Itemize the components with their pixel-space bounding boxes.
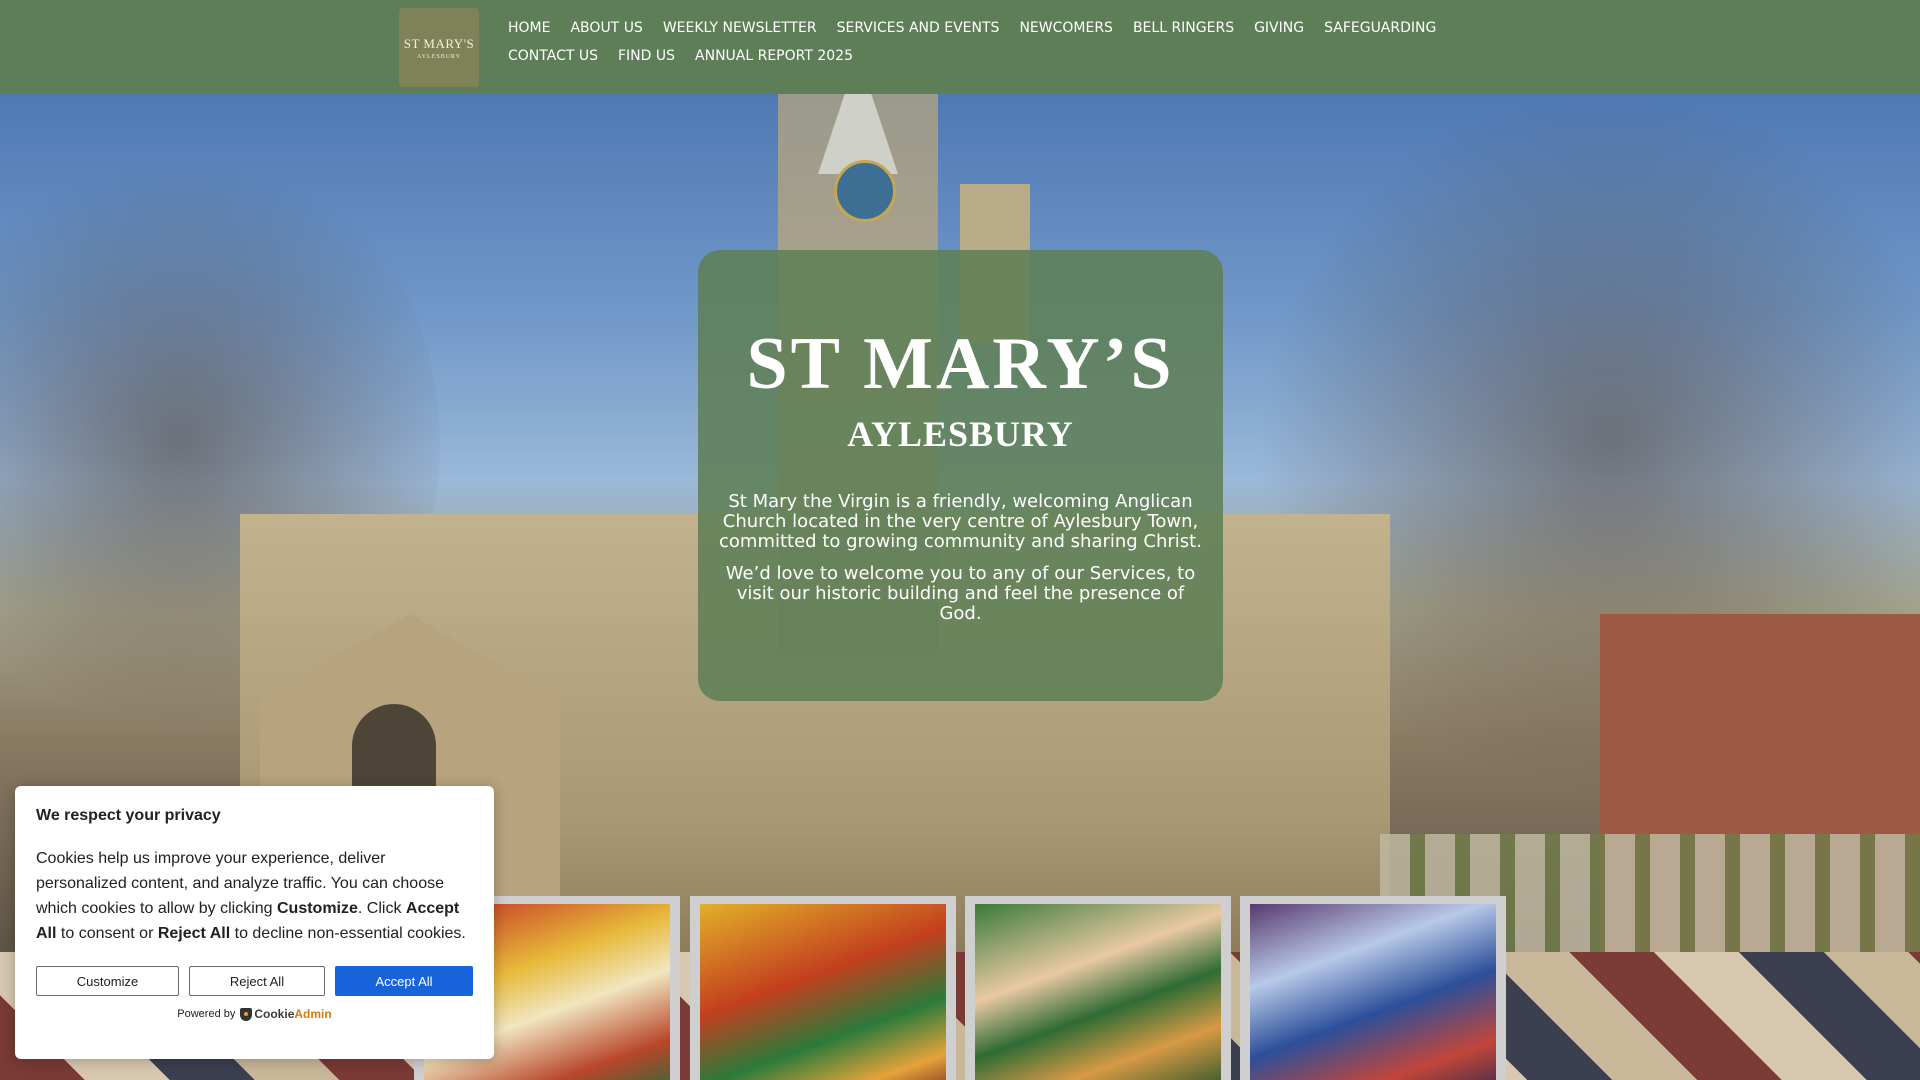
stained-glass-image[interactable] — [1240, 896, 1506, 1080]
stained-glass-window-icon — [1250, 904, 1496, 1080]
nav-find-us[interactable]: FIND US — [618, 46, 675, 66]
hero-title: ST MARY’S — [746, 323, 1175, 405]
cookie-description: Cookies help us improve your experience,… — [36, 846, 473, 946]
site-header: ST MARY'S AYLESBURY HOME ABOUT US WEEKLY… — [0, 0, 1920, 94]
nav-services-and-events[interactable]: SERVICES AND EVENTS — [837, 18, 1000, 38]
customize-button[interactable]: Customize — [36, 966, 179, 996]
cookieadmin-shield-icon — [240, 1007, 253, 1021]
cookie-text-reject: Reject All — [157, 925, 231, 942]
hero-paragraph-2: We’d love to welcome you to any of our S… — [725, 563, 1196, 624]
cookie-consent-banner: We respect your privacy Cookies help us … — [15, 786, 494, 1059]
cookie-title: We respect your privacy — [36, 807, 221, 824]
hero-paragraph-1: St Mary the Virgin is a friendly, welcom… — [719, 491, 1202, 552]
logo-subtitle: AYLESBURY — [416, 53, 462, 60]
nav-weekly-newsletter[interactable]: WEEKLY NEWSLETTER — [663, 18, 817, 38]
reject-all-button[interactable]: Reject All — [189, 966, 325, 996]
stained-glass-image[interactable] — [965, 896, 1231, 1080]
powered-by-label: Powered by — [177, 1008, 236, 1020]
cookie-text-customize: Customize — [277, 900, 358, 917]
powered-by: Powered by Cookie Admin — [36, 1007, 473, 1021]
nav-contact-us[interactable]: CONTACT US — [508, 46, 598, 66]
hero-card: ST MARY’S AYLESBURY St Mary the Virgin i… — [698, 250, 1223, 701]
nav-about-us[interactable]: ABOUT US — [570, 18, 642, 38]
nav-giving[interactable]: GIVING — [1254, 18, 1304, 38]
hero-subtitle: AYLESBURY — [847, 414, 1074, 454]
cookie-buttons: Customize Reject All Accept All — [36, 966, 473, 996]
clock-icon — [834, 160, 896, 222]
nav-home[interactable]: HOME — [508, 18, 550, 38]
cookie-text: to consent or — [56, 925, 158, 942]
nav-annual-report[interactable]: ANNUAL REPORT 2025 — [695, 46, 853, 66]
main-nav: HOME ABOUT US WEEKLY NEWSLETTER SERVICES… — [508, 18, 1508, 66]
nav-safeguarding[interactable]: SAFEGUARDING — [1324, 18, 1436, 38]
nav-newcomers[interactable]: NEWCOMERS — [1019, 18, 1113, 38]
cookieadmin-logo[interactable]: Cookie Admin — [240, 1007, 332, 1021]
stained-glass-image[interactable] — [690, 896, 956, 1080]
logo-title: ST MARY'S — [403, 35, 475, 51]
nav-bell-ringers[interactable]: BELL RINGERS — [1133, 18, 1234, 38]
cookie-text: to decline non-essential cookies. — [230, 925, 466, 942]
stained-glass-window-icon — [975, 904, 1221, 1080]
accept-all-button[interactable]: Accept All — [335, 966, 473, 996]
stained-glass-window-icon — [700, 904, 946, 1080]
cookieadmin-brand-admin: Admin — [294, 1007, 332, 1021]
cookieadmin-brand-cookie: Cookie — [254, 1007, 295, 1021]
site-logo[interactable]: ST MARY'S AYLESBURY — [399, 8, 479, 87]
cookie-text: . Click — [357, 900, 406, 917]
